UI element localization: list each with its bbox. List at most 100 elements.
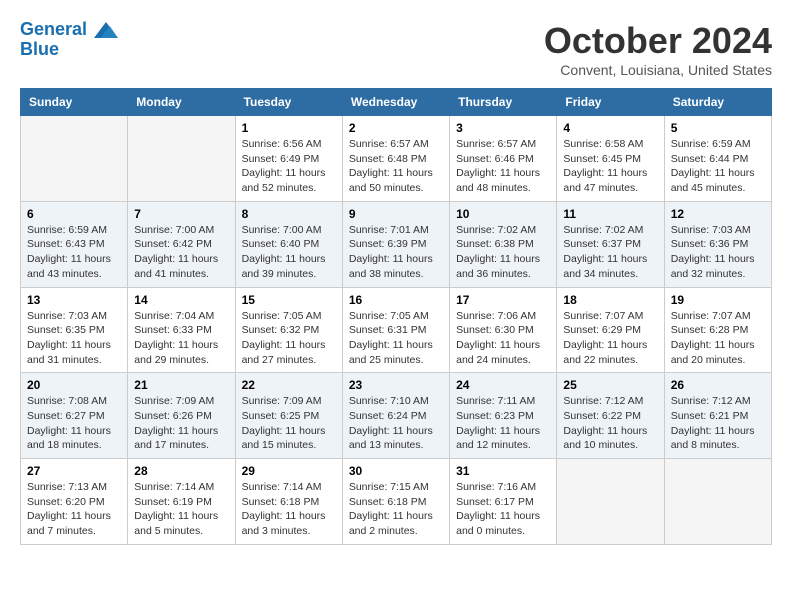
calendar-cell: 23 Sunrise: 7:10 AM Sunset: 6:24 PM Dayli… — [342, 373, 449, 459]
day-number: 20 — [27, 378, 121, 392]
day-number: 28 — [134, 464, 228, 478]
calendar-cell: 20 Sunrise: 7:08 AM Sunset: 6:27 PM Dayli… — [21, 373, 128, 459]
calendar-cell — [664, 459, 771, 545]
day-info: Sunrise: 7:12 AM Sunset: 6:22 PM Dayligh… — [563, 394, 657, 453]
day-number: 8 — [242, 207, 336, 221]
calendar-cell: 16Sunrise: 7:05 AM Sunset: 6:31 PM Dayli… — [342, 287, 449, 373]
week-row-4: 20 Sunrise: 7:08 AM Sunset: 6:27 PM Dayli… — [21, 373, 772, 459]
calendar-cell: 9 Sunrise: 7:01 AM Sunset: 6:39 PM Daylig… — [342, 201, 449, 287]
calendar-header-row: SundayMondayTuesdayWednesdayThursdayFrid… — [21, 89, 772, 116]
day-info: Sunrise: 7:13 AM Sunset: 6:20 PM Dayligh… — [27, 480, 121, 539]
day-number: 4 — [563, 121, 657, 135]
day-info: Sunrise: 7:02 AM Sunset: 6:37 PM Dayligh… — [563, 223, 657, 282]
day-number: 25 — [563, 378, 657, 392]
day-number: 19 — [671, 293, 765, 307]
day-info: Sunrise: 7:03 AM Sunset: 6:35 PM Dayligh… — [27, 309, 121, 368]
day-number: 18 — [563, 293, 657, 307]
day-info: Sunrise: 7:01 AM Sunset: 6:39 PM Dayligh… — [349, 223, 443, 282]
calendar-cell: 7 Sunrise: 7:00 AM Sunset: 6:42 PM Daylig… — [128, 201, 235, 287]
calendar-cell — [557, 459, 664, 545]
day-info: Sunrise: 6:59 AM Sunset: 6:43 PM Dayligh… — [27, 223, 121, 282]
calendar-cell: 24 Sunrise: 7:11 AM Sunset: 6:23 PM Dayli… — [450, 373, 557, 459]
header-wednesday: Wednesday — [342, 89, 449, 116]
day-info: Sunrise: 6:59 AM Sunset: 6:44 PM Dayligh… — [671, 137, 765, 196]
title-area: October 2024 Convent, Louisiana, United … — [544, 20, 772, 78]
day-info: Sunrise: 7:04 AM Sunset: 6:33 PM Dayligh… — [134, 309, 228, 368]
day-info: Sunrise: 7:05 AM Sunset: 6:31 PM Dayligh… — [349, 309, 443, 368]
header-saturday: Saturday — [664, 89, 771, 116]
calendar-cell: 4 Sunrise: 6:58 AM Sunset: 6:45 PM Daylig… — [557, 116, 664, 202]
day-number: 11 — [563, 207, 657, 221]
day-number: 7 — [134, 207, 228, 221]
calendar-cell — [128, 116, 235, 202]
day-info: Sunrise: 7:00 AM Sunset: 6:42 PM Dayligh… — [134, 223, 228, 282]
day-number: 31 — [456, 464, 550, 478]
calendar-cell: 19Sunrise: 7:07 AM Sunset: 6:28 PM Dayli… — [664, 287, 771, 373]
week-row-2: 6Sunrise: 6:59 AM Sunset: 6:43 PM Daylig… — [21, 201, 772, 287]
calendar-cell: 10 Sunrise: 7:02 AM Sunset: 6:38 PM Dayli… — [450, 201, 557, 287]
header-tuesday: Tuesday — [235, 89, 342, 116]
day-info: Sunrise: 6:57 AM Sunset: 6:46 PM Dayligh… — [456, 137, 550, 196]
logo-blue: Blue — [20, 39, 59, 59]
calendar-cell: 18 Sunrise: 7:07 AM Sunset: 6:29 PM Dayli… — [557, 287, 664, 373]
day-info: Sunrise: 6:56 AM Sunset: 6:49 PM Dayligh… — [242, 137, 336, 196]
day-info: Sunrise: 7:10 AM Sunset: 6:24 PM Dayligh… — [349, 394, 443, 453]
calendar-cell: 29 Sunrise: 7:14 AM Sunset: 6:18 PM Dayli… — [235, 459, 342, 545]
calendar-cell: 22 Sunrise: 7:09 AM Sunset: 6:25 PM Dayli… — [235, 373, 342, 459]
day-info: Sunrise: 7:02 AM Sunset: 6:38 PM Dayligh… — [456, 223, 550, 282]
calendar-cell: 25 Sunrise: 7:12 AM Sunset: 6:22 PM Dayli… — [557, 373, 664, 459]
logo-general: General — [20, 19, 87, 39]
day-number: 14 — [134, 293, 228, 307]
calendar-cell: 6Sunrise: 6:59 AM Sunset: 6:43 PM Daylig… — [21, 201, 128, 287]
calendar-table: SundayMondayTuesdayWednesdayThursdayFrid… — [20, 88, 772, 545]
day-info: Sunrise: 7:09 AM Sunset: 6:25 PM Dayligh… — [242, 394, 336, 453]
day-info: Sunrise: 6:57 AM Sunset: 6:48 PM Dayligh… — [349, 137, 443, 196]
day-info: Sunrise: 7:15 AM Sunset: 6:18 PM Dayligh… — [349, 480, 443, 539]
day-info: Sunrise: 7:07 AM Sunset: 6:29 PM Dayligh… — [563, 309, 657, 368]
day-number: 17 — [456, 293, 550, 307]
calendar-cell: 15Sunrise: 7:05 AM Sunset: 6:32 PM Dayli… — [235, 287, 342, 373]
header-sunday: Sunday — [21, 89, 128, 116]
day-number: 29 — [242, 464, 336, 478]
calendar-cell: 28 Sunrise: 7:14 AM Sunset: 6:19 PM Dayli… — [128, 459, 235, 545]
day-number: 15 — [242, 293, 336, 307]
calendar-cell: 8 Sunrise: 7:00 AM Sunset: 6:40 PM Daylig… — [235, 201, 342, 287]
calendar-cell: 11 Sunrise: 7:02 AM Sunset: 6:37 PM Dayli… — [557, 201, 664, 287]
calendar-cell: 5Sunrise: 6:59 AM Sunset: 6:44 PM Daylig… — [664, 116, 771, 202]
day-number: 30 — [349, 464, 443, 478]
day-info: Sunrise: 7:03 AM Sunset: 6:36 PM Dayligh… — [671, 223, 765, 282]
calendar-cell: 31 Sunrise: 7:16 AM Sunset: 6:17 PM Dayli… — [450, 459, 557, 545]
day-number: 9 — [349, 207, 443, 221]
day-number: 3 — [456, 121, 550, 135]
calendar-cell: 21Sunrise: 7:09 AM Sunset: 6:26 PM Dayli… — [128, 373, 235, 459]
calendar-cell: 13 Sunrise: 7:03 AM Sunset: 6:35 PM Dayli… — [21, 287, 128, 373]
header-monday: Monday — [128, 89, 235, 116]
week-row-3: 13 Sunrise: 7:03 AM Sunset: 6:35 PM Dayli… — [21, 287, 772, 373]
day-info: Sunrise: 7:14 AM Sunset: 6:18 PM Dayligh… — [242, 480, 336, 539]
day-number: 10 — [456, 207, 550, 221]
calendar-cell — [21, 116, 128, 202]
day-info: Sunrise: 7:16 AM Sunset: 6:17 PM Dayligh… — [456, 480, 550, 539]
day-info: Sunrise: 7:14 AM Sunset: 6:19 PM Dayligh… — [134, 480, 228, 539]
calendar-cell: 26Sunrise: 7:12 AM Sunset: 6:21 PM Dayli… — [664, 373, 771, 459]
day-info: Sunrise: 7:00 AM Sunset: 6:40 PM Dayligh… — [242, 223, 336, 282]
day-number: 13 — [27, 293, 121, 307]
day-info: Sunrise: 6:58 AM Sunset: 6:45 PM Dayligh… — [563, 137, 657, 196]
calendar-cell: 17Sunrise: 7:06 AM Sunset: 6:30 PM Dayli… — [450, 287, 557, 373]
day-number: 24 — [456, 378, 550, 392]
calendar-cell: 3 Sunrise: 6:57 AM Sunset: 6:46 PM Daylig… — [450, 116, 557, 202]
day-number: 22 — [242, 378, 336, 392]
day-info: Sunrise: 7:11 AM Sunset: 6:23 PM Dayligh… — [456, 394, 550, 453]
calendar-cell: 1Sunrise: 6:56 AM Sunset: 6:49 PM Daylig… — [235, 116, 342, 202]
day-number: 23 — [349, 378, 443, 392]
week-row-5: 27 Sunrise: 7:13 AM Sunset: 6:20 PM Dayli… — [21, 459, 772, 545]
week-row-1: 1Sunrise: 6:56 AM Sunset: 6:49 PM Daylig… — [21, 116, 772, 202]
calendar-cell: 27 Sunrise: 7:13 AM Sunset: 6:20 PM Dayli… — [21, 459, 128, 545]
header-thursday: Thursday — [450, 89, 557, 116]
day-info: Sunrise: 7:08 AM Sunset: 6:27 PM Dayligh… — [27, 394, 121, 453]
calendar-cell: 14 Sunrise: 7:04 AM Sunset: 6:33 PM Dayli… — [128, 287, 235, 373]
day-number: 2 — [349, 121, 443, 135]
logo: General Blue — [20, 20, 118, 60]
day-number: 27 — [27, 464, 121, 478]
location: Convent, Louisiana, United States — [544, 62, 772, 78]
